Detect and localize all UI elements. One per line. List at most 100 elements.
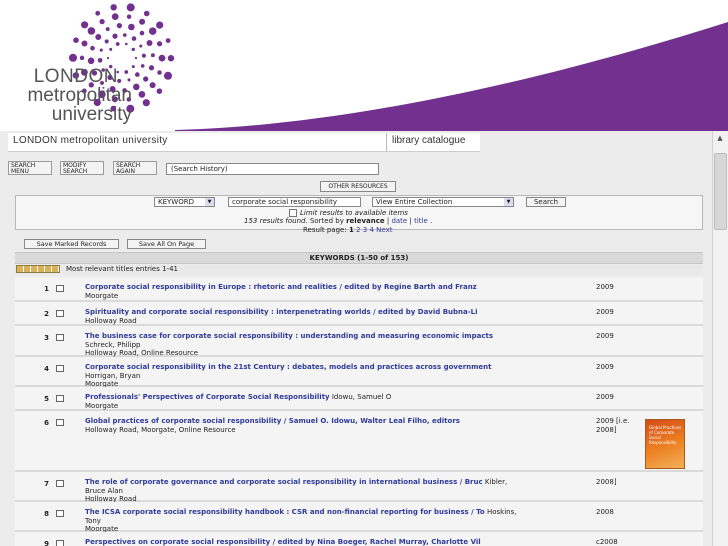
result-checkbox[interactable] (56, 285, 64, 292)
logo-dot (90, 45, 95, 51)
logo-dot (156, 21, 164, 29)
search-button[interactable]: Search (526, 197, 566, 207)
entries-bar-icon[interactable] (16, 265, 60, 273)
search-input[interactable]: corporate social responsibility (228, 197, 361, 207)
result-title-link[interactable]: Global practices of corporate social res… (85, 417, 460, 425)
result-title-link[interactable]: Corporate social responsibility in the 2… (85, 363, 492, 371)
result-page-label: Result page: (303, 226, 347, 234)
result-author: Horrigan, Bryan (85, 371, 141, 380)
result-title-block: Corporate social responsibility in the 2… (85, 363, 595, 389)
header-swoosh-shape (175, 22, 728, 131)
chevron-down-icon[interactable]: ▼ (504, 198, 513, 206)
result-number: 1 (44, 285, 49, 293)
result-row: 6 Global practices of corporate social r… (15, 411, 703, 472)
result-checkbox[interactable] (56, 395, 64, 402)
book-cover-image[interactable]: Global Practices of Corporate Social Res… (645, 419, 685, 469)
result-row: 3 The business case for corporate social… (15, 326, 703, 357)
logo-dot (134, 56, 138, 60)
logo-text-metropolitan: metropolitan (27, 85, 132, 106)
logo-dot (157, 70, 162, 75)
sort-date-link[interactable]: date (391, 217, 407, 225)
search-menu-button[interactable]: SEARCH MENU (8, 161, 52, 175)
result-number: 5 (44, 395, 49, 403)
logo-dot (116, 22, 123, 29)
search-field-select[interactable]: KEYWORD ▼ (154, 197, 215, 207)
results-count: 153 results found. (244, 217, 308, 225)
result-number: 9 (44, 540, 49, 546)
result-location: Holloway Road (85, 316, 137, 325)
logo-dot (81, 21, 89, 29)
sorted-by-label: Sorted by (309, 217, 344, 225)
modify-search-button[interactable]: MODIFY SEARCH (60, 161, 104, 175)
logo-dot (139, 44, 143, 48)
sort-title-link[interactable]: title (414, 217, 428, 225)
result-year: 2009 (596, 283, 614, 291)
result-title-block: Global practices of corporate social res… (85, 417, 595, 434)
result-number: 7 (44, 480, 49, 488)
result-title-link[interactable]: Corporate social responsibility in Europ… (85, 283, 477, 291)
logo-dot (99, 18, 105, 25)
result-title-link[interactable]: Perspectives on corporate social respons… (85, 538, 481, 546)
logo-dot (163, 71, 173, 80)
result-year: 2009 (596, 332, 614, 340)
save-marked-records-button[interactable]: Save Marked Records (24, 239, 119, 249)
logo-dot (112, 33, 118, 39)
result-number: 8 (44, 510, 49, 518)
logo-dot (156, 88, 163, 94)
logo-dot (156, 41, 163, 47)
logo-dot (138, 91, 146, 98)
result-row: 8 The ICSA corporate social responsibili… (15, 502, 703, 533)
sort-tail: . (430, 217, 433, 225)
sort-separator: | (409, 217, 412, 225)
book-cover-title: Global Practices of Corporate Social Res… (649, 425, 682, 445)
page-link-4[interactable]: 4 (369, 226, 373, 234)
logo-dot (133, 83, 140, 91)
result-checkbox[interactable] (56, 334, 64, 341)
page-link-2[interactable]: 2 (356, 226, 360, 234)
logo-dot (97, 57, 103, 63)
collection-select[interactable]: View Entire Collection ▼ (372, 197, 514, 207)
result-checkbox[interactable] (56, 510, 64, 517)
logo-dot (124, 42, 128, 46)
logo-dot (148, 65, 155, 71)
logo-dot (131, 65, 135, 69)
logo-dot (142, 99, 150, 107)
pagination: Result page: 1 2 3 4 Next (303, 226, 392, 235)
chevron-down-icon[interactable]: ▼ (205, 198, 214, 206)
logo-dot (128, 23, 135, 31)
result-title-link[interactable]: The ICSA corporate social responsibility… (85, 508, 485, 516)
limit-available-checkbox[interactable] (289, 209, 297, 217)
page-link-3[interactable]: 3 (363, 226, 367, 234)
result-checkbox[interactable] (56, 365, 64, 372)
result-title-link[interactable]: Professionals' Perspectives of Corporate… (85, 393, 330, 401)
logo-dot (104, 39, 109, 44)
result-title-link[interactable]: Spirituality and corporate social respon… (85, 308, 478, 316)
logo-dot (127, 78, 131, 82)
next-page-link[interactable]: Next (376, 226, 392, 234)
logo-dot (126, 14, 132, 19)
result-title-link[interactable]: The role of corporate governance and cor… (85, 478, 483, 486)
save-all-on-page-button[interactable]: Save All On Page (127, 239, 206, 249)
result-year: 2008] (596, 478, 617, 486)
search-field-value: KEYWORD (158, 198, 194, 206)
result-number: 2 (44, 310, 49, 318)
result-checkbox[interactable] (56, 310, 64, 317)
search-history-select[interactable]: (Search History) (166, 163, 379, 175)
result-checkbox[interactable] (56, 419, 64, 426)
result-checkbox[interactable] (56, 480, 64, 487)
result-checkbox[interactable] (56, 540, 64, 546)
page: LONDON metropolitan university LONDON me… (0, 0, 728, 546)
result-title-link[interactable]: The business case for corporate social r… (85, 332, 493, 340)
result-year: 2009 (596, 393, 614, 401)
search-again-button[interactable]: SEARCH AGAIN (113, 161, 157, 175)
scrollbar-thumb[interactable] (714, 153, 727, 230)
result-title-block: The role of corporate governance and cor… (85, 478, 595, 504)
other-resources-button[interactable]: OTHER RESOURCES (320, 181, 396, 192)
logo-dot (95, 34, 102, 40)
result-title-block: Professionals' Perspectives of Corporate… (85, 393, 595, 410)
results-summary: 153 results found. Sorted by relevance |… (244, 217, 432, 226)
sort-separator: | (386, 217, 390, 225)
scroll-up-icon[interactable]: ▲ (715, 133, 725, 143)
logo-dot (111, 13, 119, 20)
sort-relevance: relevance (346, 217, 385, 225)
